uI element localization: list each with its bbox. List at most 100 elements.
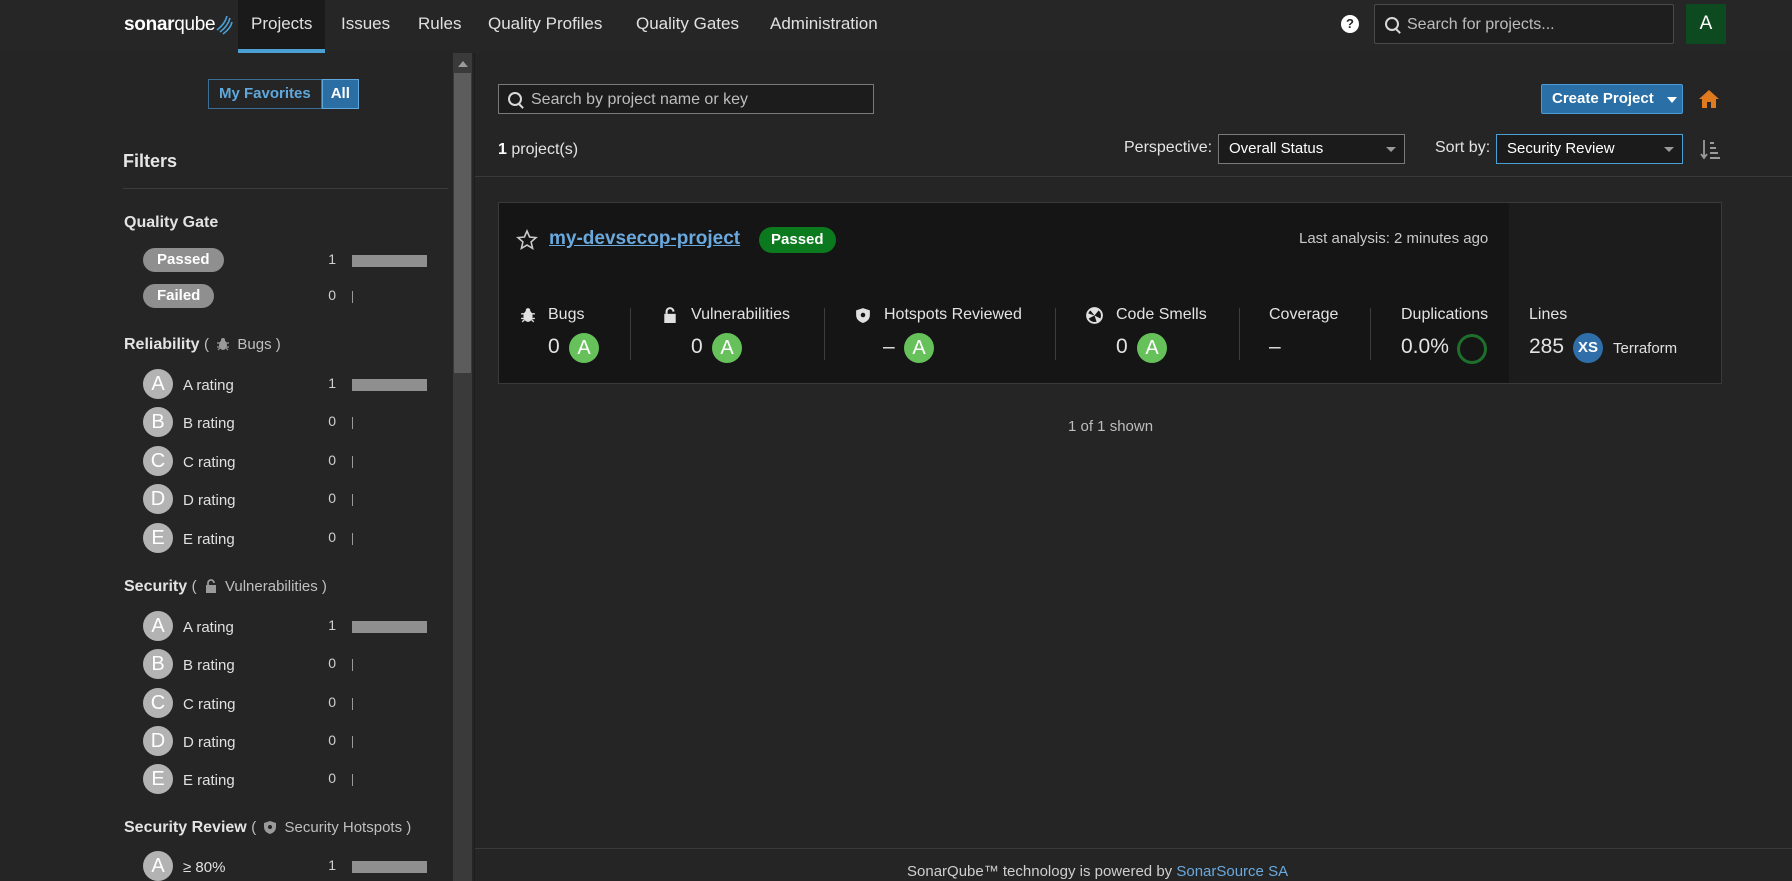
filter-option-security-e[interactable]: E E rating 0 <box>143 764 428 794</box>
vulnerabilities-rating: A <box>712 333 742 363</box>
vulnerabilities-value[interactable]: 0 <box>691 335 703 359</box>
sidebar-scrollbar-thumb[interactable] <box>454 73 471 373</box>
hotspots-value[interactable]: – <box>883 335 895 359</box>
perspective-select[interactable]: Overall Status <box>1218 134 1405 164</box>
filter-option-reliability-d[interactable]: D D rating 0 <box>143 484 428 514</box>
filter-option-reliability-a[interactable]: A A rating 1 <box>143 369 428 399</box>
filter-count: 1 <box>328 617 336 633</box>
help-icon[interactable]: ? <box>1341 15 1359 33</box>
divider <box>1239 308 1240 360</box>
filters-title: Filters <box>123 151 178 171</box>
lines-label: Lines <box>1529 306 1568 323</box>
code-smells-rating: A <box>1137 333 1167 363</box>
scroll-up-arrow-icon[interactable] <box>458 61 468 67</box>
results-shown: 1 of 1 shown <box>1068 418 1154 435</box>
my-favorites-button[interactable]: My Favorites <box>208 79 322 109</box>
project-search-input[interactable] <box>529 85 873 115</box>
filter-option-security-a[interactable]: A A rating 1 <box>143 611 428 641</box>
shield-icon <box>856 308 870 323</box>
rating-label: A rating <box>183 619 234 636</box>
filter-bar <box>352 774 353 786</box>
favorite-star-icon[interactable] <box>516 229 538 251</box>
reliability-filter-title: Reliability ( Bugs ) <box>124 336 281 353</box>
divider <box>824 308 825 360</box>
filter-bar <box>352 659 353 671</box>
filter-bar <box>352 379 427 391</box>
filter-option-reliability-b[interactable]: B B rating 0 <box>143 407 428 437</box>
filter-count: 1 <box>328 375 336 391</box>
bugs-label: Bugs <box>548 306 585 323</box>
project-name-link[interactable]: my-devsecop-project <box>549 228 740 250</box>
sort-order-icon[interactable] <box>1700 138 1720 160</box>
filter-bar <box>352 291 353 303</box>
nav-administration[interactable]: Administration <box>770 0 878 53</box>
divider <box>630 308 631 360</box>
security-filter-title: Security ( Vulnerabilities ) <box>124 578 327 595</box>
passed-pill: Passed <box>143 248 224 272</box>
global-search-input[interactable] <box>1405 5 1669 45</box>
filter-option-reliability-e[interactable]: E E rating 0 <box>143 523 428 553</box>
rating-badge: A <box>143 851 173 881</box>
filter-bar <box>352 417 353 429</box>
lines-value: 285 <box>1529 335 1565 358</box>
page-footer: SonarQube™ technology is powered by Sona… <box>907 863 1289 880</box>
sonarqube-logo[interactable]: sonarqube <box>124 12 234 38</box>
project-card: my-devsecop-project Passed Last analysis… <box>498 202 1722 384</box>
rating-label: D rating <box>183 734 236 751</box>
filter-option-review-a[interactable]: A ≥ 80% 1 <box>143 851 428 881</box>
rating-badge: C <box>143 446 173 476</box>
vulnerabilities-label: Vulnerabilities <box>691 306 791 323</box>
failed-pill: Failed <box>143 284 215 308</box>
security-review-filter-title: Security Review ( Security Hotspots ) <box>124 819 412 836</box>
shield-icon <box>264 821 277 834</box>
filter-count: 1 <box>328 251 336 267</box>
user-avatar[interactable]: A <box>1686 4 1726 44</box>
bugs-value[interactable]: 0 <box>548 335 560 359</box>
create-project-button[interactable]: Create Project <box>1541 84 1683 114</box>
last-analysis: Last analysis: 2 minutes ago <box>1299 230 1489 247</box>
filter-count: 0 <box>328 529 336 545</box>
filter-bar <box>352 494 353 506</box>
home-icon[interactable] <box>1698 89 1720 109</box>
filter-option-security-d[interactable]: D D rating 0 <box>143 726 428 756</box>
filter-count: 0 <box>328 770 336 786</box>
nav-quality-gates[interactable]: Quality Gates <box>636 0 739 53</box>
filter-count: 0 <box>328 287 336 303</box>
rating-badge: B <box>143 649 173 679</box>
chevron-down-icon <box>1664 147 1674 152</box>
filter-bar <box>352 456 353 468</box>
rating-label: B rating <box>183 657 235 674</box>
search-icon <box>1385 17 1399 31</box>
sonarsource-link[interactable]: SonarSource SA <box>1176 863 1288 880</box>
filter-count: 0 <box>328 694 336 710</box>
filters-sidebar: My Favorites All Filters Quality Gate Pa… <box>0 53 474 881</box>
filter-count: 0 <box>328 413 336 429</box>
filter-option-security-b[interactable]: B B rating 0 <box>143 649 428 679</box>
filter-option-reliability-c[interactable]: C C rating 0 <box>143 446 428 476</box>
filter-option-failed[interactable]: Failed 0 <box>143 281 428 311</box>
chevron-down-icon <box>1386 147 1396 152</box>
nav-quality-profiles[interactable]: Quality Profiles <box>488 0 602 53</box>
all-projects-button[interactable]: All <box>321 79 359 109</box>
top-navigation: sonarqube Projects Issues Rules Quality … <box>0 0 1792 53</box>
rating-badge: C <box>143 688 173 718</box>
chevron-down-icon <box>1667 97 1677 103</box>
rating-label: E rating <box>183 531 235 548</box>
filter-bar <box>352 533 353 545</box>
coverage-value[interactable]: – <box>1269 335 1281 359</box>
nav-projects[interactable]: Projects <box>238 0 326 53</box>
rating-badge: E <box>143 764 173 794</box>
filter-option-passed[interactable]: Passed 1 <box>143 245 428 275</box>
rating-badge: A <box>143 369 173 399</box>
nav-issues[interactable]: Issues <box>341 0 390 53</box>
duplications-ring-icon <box>1457 334 1487 364</box>
hotspots-rating: A <box>904 333 934 363</box>
duplications-value[interactable]: 0.0% <box>1401 335 1449 359</box>
nav-rules[interactable]: Rules <box>418 0 461 53</box>
global-search[interactable] <box>1374 4 1674 45</box>
lock-icon <box>664 307 676 323</box>
filter-option-security-c[interactable]: C C rating 0 <box>143 688 428 718</box>
code-smells-value[interactable]: 0 <box>1116 335 1128 359</box>
sort-select[interactable]: Security Review <box>1496 134 1683 164</box>
project-search[interactable] <box>498 84 874 115</box>
